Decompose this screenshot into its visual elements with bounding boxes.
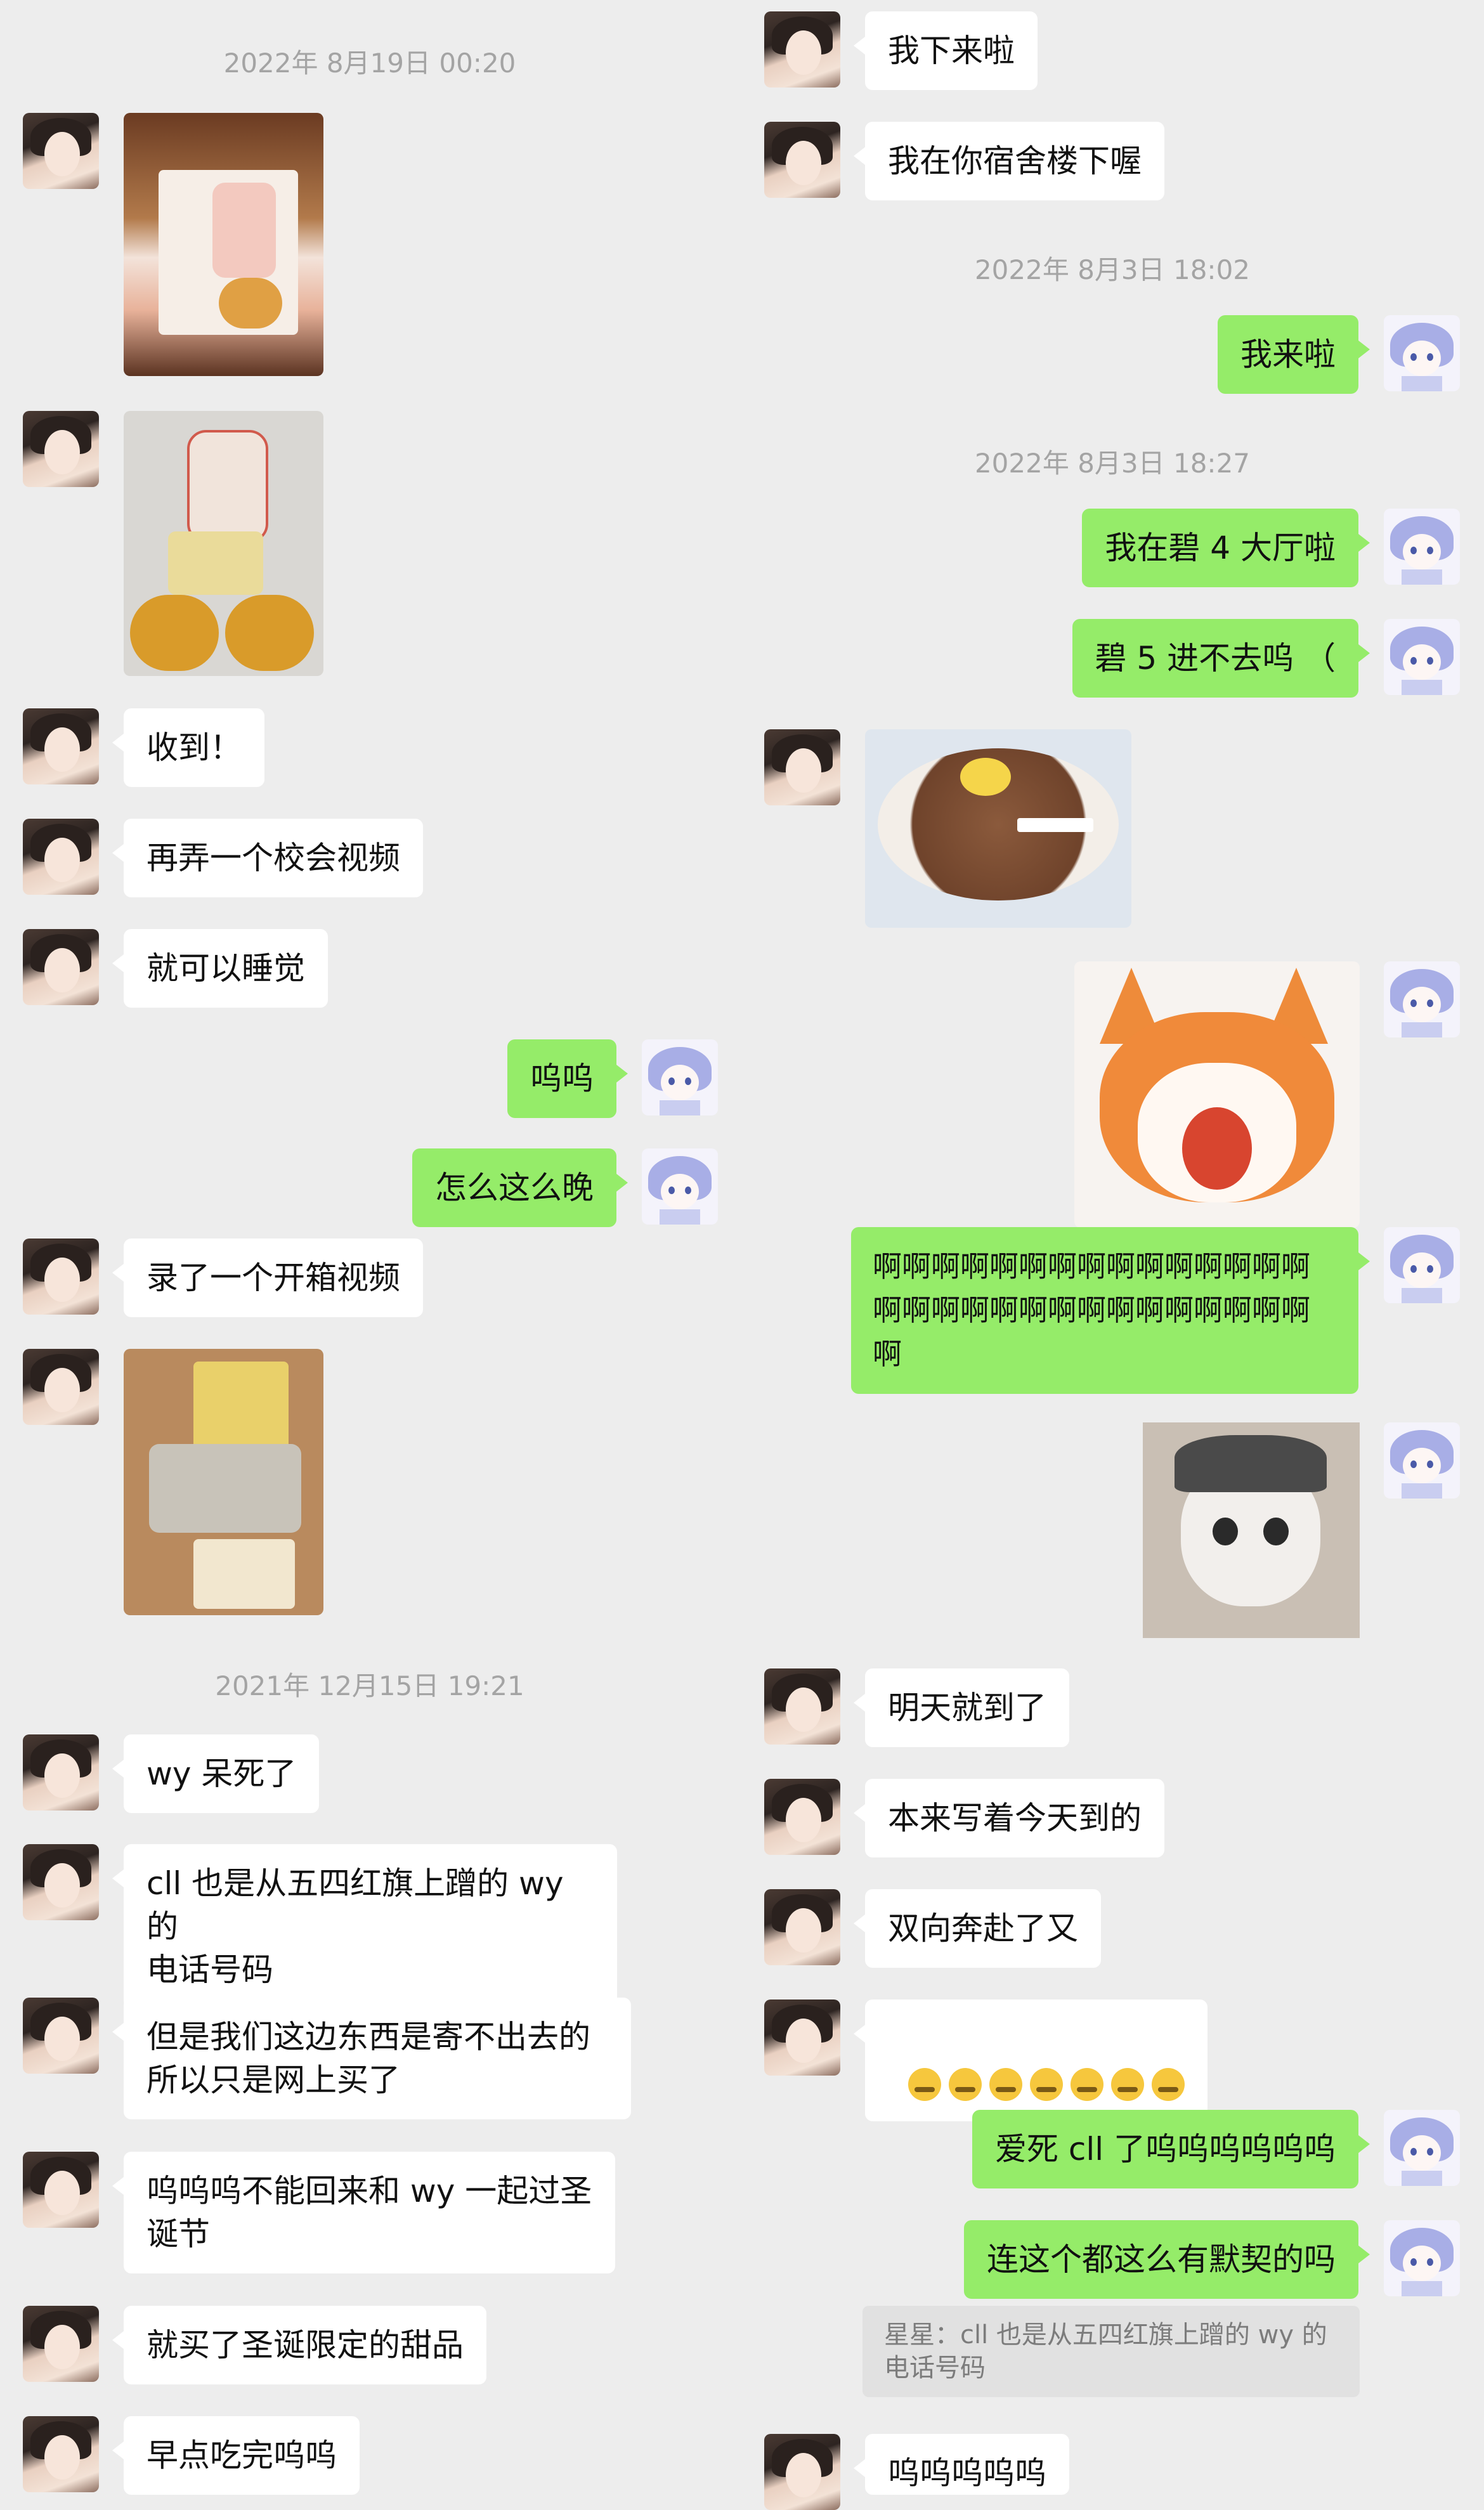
- contact-avatar[interactable]: [764, 729, 840, 805]
- my-avatar[interactable]: [1384, 2110, 1460, 2186]
- my-avatar[interactable]: [1384, 2220, 1460, 2296]
- quoted-reply[interactable]: 星星：cll 也是从五四红旗上蹭的 wy 的 电话号码: [862, 2306, 1360, 2397]
- image-message-snacks[interactable]: [124, 411, 323, 676]
- pastry-shape: [219, 278, 282, 328]
- my-avatar[interactable]: [1384, 619, 1460, 695]
- my-message-bubble[interactable]: 呜呜: [507, 1039, 628, 1118]
- contact-avatar[interactable]: [23, 113, 99, 189]
- emoji-message-bubble[interactable]: [854, 2000, 1207, 2121]
- contact-avatar[interactable]: [23, 708, 99, 784]
- message-bubble[interactable]: wy 呆死了: [112, 1734, 320, 1813]
- image-message-unboxing[interactable]: [124, 1349, 323, 1615]
- bottle-shape: [187, 430, 268, 543]
- message-bubble[interactable]: 呜呜呜呜呜: [854, 2434, 1069, 2495]
- image-message-snack-box[interactable]: [124, 113, 323, 376]
- label-shape: [1017, 818, 1093, 832]
- pastry-shape: [130, 595, 219, 671]
- contact-avatar[interactable]: [23, 819, 99, 895]
- message-bubble[interactable]: 呜呜呜不能回来和 wy 一起过圣 诞节: [112, 2152, 615, 2273]
- my-message-bubble[interactable]: 碧 5 进不去呜 （: [1072, 619, 1370, 698]
- box-shape: [193, 1362, 289, 1450]
- sticker-cat[interactable]: [1143, 1422, 1360, 1638]
- contact-avatar[interactable]: [764, 11, 840, 88]
- crying-emoji-icon: [948, 2067, 982, 2101]
- timestamp: 2022年 8月3日 18:27: [974, 448, 1251, 479]
- contact-avatar[interactable]: [23, 411, 99, 487]
- message-bubble[interactable]: 早点吃完呜呜: [112, 2416, 360, 2495]
- contact-avatar[interactable]: [764, 2434, 840, 2510]
- crying-emoji-icon: [908, 2067, 941, 2101]
- image-message-cake[interactable]: [865, 729, 1131, 928]
- my-message-bubble[interactable]: 啊啊啊啊啊啊啊啊啊啊啊啊啊啊啊 啊啊啊啊啊啊啊啊啊啊啊啊啊啊啊 啊: [851, 1227, 1370, 1394]
- bottle-shape: [212, 183, 276, 278]
- contact-avatar[interactable]: [23, 1734, 99, 1811]
- contact-avatar[interactable]: [23, 1239, 99, 1315]
- contact-avatar[interactable]: [764, 1889, 840, 1965]
- contact-avatar[interactable]: [23, 1349, 99, 1425]
- message-bubble[interactable]: 明天就到了: [854, 1668, 1069, 1747]
- contact-avatar[interactable]: [23, 2306, 99, 2382]
- crying-emoji-icon: [1110, 2067, 1144, 2101]
- cookie-shape: [168, 531, 263, 595]
- cat-eye-left: [1213, 1518, 1238, 1545]
- message-bubble[interactable]: 本来写着今天到的: [854, 1779, 1164, 1857]
- contact-avatar[interactable]: [23, 1998, 99, 2074]
- contact-avatar[interactable]: [23, 2416, 99, 2492]
- message-bubble[interactable]: 我下来啦: [854, 11, 1038, 90]
- my-message-bubble[interactable]: 怎么这么晚: [412, 1148, 628, 1227]
- my-message-bubble[interactable]: 连这个都这么有默契的吗: [964, 2220, 1370, 2299]
- fox-mouth: [1182, 1107, 1252, 1190]
- contact-avatar[interactable]: [764, 2000, 840, 2076]
- my-message-bubble[interactable]: 爱死 cll 了呜呜呜呜呜呜: [972, 2110, 1370, 2188]
- crying-emoji-icon: [1151, 2067, 1185, 2101]
- my-avatar[interactable]: [1384, 315, 1460, 391]
- my-avatar[interactable]: [1384, 509, 1460, 585]
- contact-avatar[interactable]: [764, 1779, 840, 1855]
- message-bubble[interactable]: 就买了圣诞限定的甜品: [112, 2306, 486, 2384]
- my-message-bubble[interactable]: 我来啦: [1218, 315, 1370, 394]
- my-avatar[interactable]: [1384, 1422, 1460, 1499]
- contact-avatar[interactable]: [23, 929, 99, 1005]
- timestamp: 2022年 8月3日 18:02: [974, 254, 1251, 285]
- cat-eye-right: [1263, 1518, 1289, 1545]
- card-shape: [193, 1539, 295, 1609]
- contact-avatar[interactable]: [23, 1844, 99, 1920]
- contact-avatar[interactable]: [764, 122, 840, 198]
- message-bubble[interactable]: cll 也是从五四红旗上蹭的 wy 的 电话号码: [112, 1844, 617, 2009]
- pastry-shape: [225, 595, 314, 671]
- message-bubble[interactable]: 再弄一个校会视频: [112, 819, 423, 897]
- message-bubble[interactable]: 双向奔赴了又: [854, 1889, 1101, 1968]
- cat-hat: [1175, 1435, 1327, 1492]
- message-bubble[interactable]: 但是我们这边东西是寄不出去的 所以只是网上买了: [112, 1998, 631, 2119]
- sticker-fox[interactable]: [1074, 961, 1360, 1228]
- crying-emoji-icon: [989, 2067, 1022, 2101]
- contact-avatar[interactable]: [23, 2152, 99, 2228]
- timestamp: 2022年 8月19日 00:20: [223, 48, 516, 79]
- my-avatar[interactable]: [642, 1148, 718, 1225]
- message-bubble[interactable]: 我在你宿舍楼下喔: [854, 122, 1164, 200]
- crying-emoji-icon: [1070, 2067, 1103, 2101]
- message-bubble[interactable]: 就可以睡觉: [112, 929, 328, 1008]
- my-avatar[interactable]: [642, 1039, 718, 1115]
- my-avatar[interactable]: [1384, 961, 1460, 1037]
- message-bubble[interactable]: 收到！: [112, 708, 264, 787]
- lemon-shape: [960, 758, 1011, 796]
- items-shape: [149, 1444, 301, 1533]
- contact-avatar[interactable]: [764, 1668, 840, 1745]
- my-message-bubble[interactable]: 我在碧 4 大厅啦: [1082, 509, 1370, 587]
- crying-emoji-icon: [1029, 2067, 1063, 2101]
- my-avatar[interactable]: [1384, 1227, 1460, 1303]
- timestamp: 2021年 12月15日 19:21: [215, 1670, 524, 1701]
- message-bubble[interactable]: 录了一个开箱视频: [112, 1239, 423, 1317]
